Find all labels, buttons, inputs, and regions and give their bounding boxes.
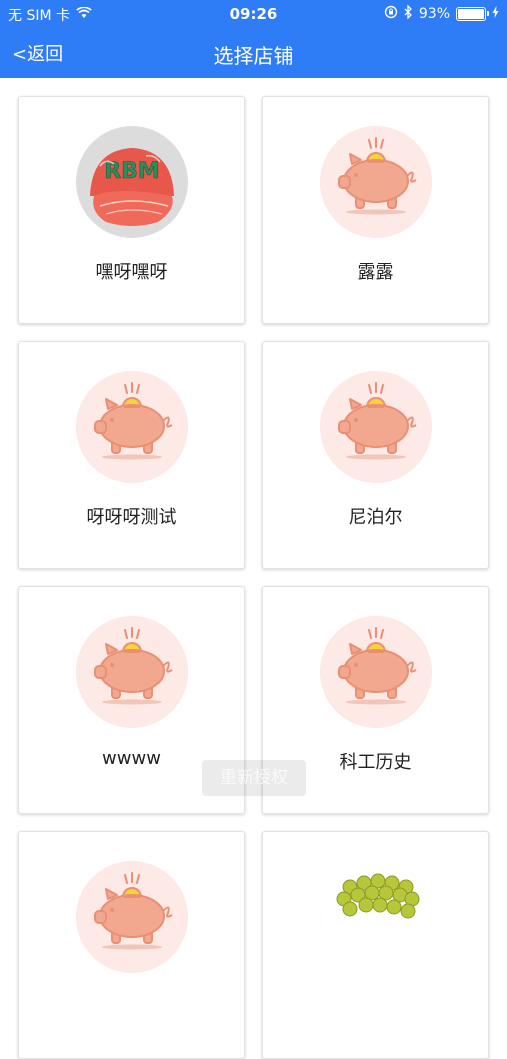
status-right: 93% xyxy=(384,4,499,23)
piggy-bank-icon xyxy=(320,371,432,483)
reauthorize-toast: 重新授权 xyxy=(202,760,306,796)
store-card[interactable]: 尼泊尔 xyxy=(262,341,489,569)
store-card[interactable] xyxy=(18,831,245,1059)
battery-label: 93% xyxy=(418,6,450,22)
battery-icon xyxy=(456,7,489,21)
piggy-bank-icon xyxy=(320,616,432,728)
charging-icon xyxy=(492,6,499,22)
rotation-lock-icon xyxy=(384,5,398,23)
store-name: 尼泊尔 xyxy=(348,507,403,528)
store-avatar-cap-photo xyxy=(76,126,188,238)
piggy-bank-icon xyxy=(320,126,432,238)
nav-bar: <返回 选择店铺 xyxy=(0,28,507,78)
piggy-bank-icon xyxy=(76,616,188,728)
store-name: 露露 xyxy=(357,262,394,283)
piggy-bank-icon xyxy=(76,371,188,483)
piggy-bank-icon xyxy=(76,861,188,973)
store-card[interactable]: 呀呀呀测试 xyxy=(18,341,245,569)
page-title: 选择店铺 xyxy=(213,44,294,68)
store-name: 呀呀呀测试 xyxy=(86,507,177,528)
store-card[interactable]: 嘿呀嘿呀 xyxy=(18,96,245,324)
bluetooth-icon xyxy=(404,4,413,23)
store-name: 嘿呀嘿呀 xyxy=(95,262,168,283)
status-bar: 无 SIM 卡 09:26 93% xyxy=(0,0,507,28)
store-grid: 嘿呀嘿呀 露露 呀呀呀测试 尼泊尔 wwww 科工历史 xyxy=(18,96,490,1059)
store-card[interactable]: 露露 xyxy=(262,96,489,324)
store-avatar-grapes-photo xyxy=(320,861,432,973)
store-card[interactable] xyxy=(262,831,489,1059)
